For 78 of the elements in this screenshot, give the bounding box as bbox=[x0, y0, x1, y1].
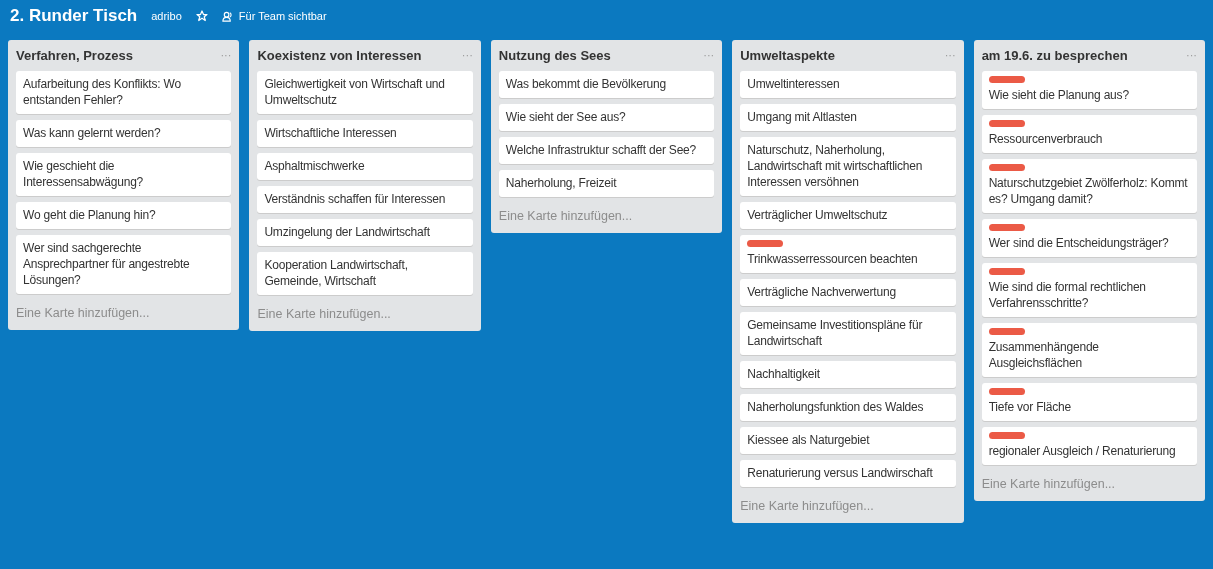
list-title: Nutzung des Sees bbox=[498, 47, 611, 65]
card[interactable]: Umgang mit Altlasten bbox=[740, 103, 956, 131]
card[interactable]: Wie sieht der See aus? bbox=[498, 103, 715, 131]
card-text: Umgang mit Altlasten bbox=[747, 108, 858, 125]
card-text: Verträgliche Nachverwertung bbox=[747, 283, 897, 300]
list-title: Umweltaspekte bbox=[740, 47, 835, 65]
card[interactable]: Wirtschaftliche Interessen bbox=[257, 119, 473, 147]
card[interactable]: Verständnis schaffen für Interessen bbox=[257, 185, 473, 213]
list-title: Verfahren, Prozess bbox=[16, 47, 134, 65]
card[interactable]: Wer sind sachgerechte Ansprechpartner für angestrebte Lösungen? bbox=[16, 234, 232, 294]
card[interactable]: regionaler Ausgleich / Renaturierung bbox=[981, 426, 1198, 465]
card[interactable]: Umzingelung der Landwirtschaft bbox=[257, 218, 473, 246]
card-text: Wie geschieht die Interessensabwägung? bbox=[23, 157, 145, 190]
card[interactable]: Kiessee als Naturgebiet bbox=[740, 426, 956, 454]
card-text: Wo geht die Planung hin? bbox=[23, 206, 157, 223]
card[interactable]: Wie sieht die Planung aus? bbox=[981, 70, 1198, 109]
card[interactable]: Naturschutzgebiet Zwölferholz: Kommt es? Umgang damit? bbox=[981, 158, 1198, 213]
card-text: Verständnis schaffen für Interessen bbox=[264, 190, 447, 207]
card-text: Was bekommt die Bevölkerung bbox=[505, 75, 668, 92]
card-text: Wie sind die formal rechtlichen Verfahrensschritte? bbox=[988, 278, 1147, 311]
card[interactable]: Nachhaltigkeit bbox=[740, 360, 956, 388]
card[interactable]: Gleichwertigkeit von Wirtschaft und Umweltschutz bbox=[257, 70, 473, 114]
card-text: regionaler Ausgleich / Renaturierung bbox=[988, 442, 1177, 459]
card-text: Wer sind sachgerechte Ansprechpartner für angestrebte Lösungen? bbox=[23, 239, 191, 288]
card[interactable]: Aufarbeitung des Konflikts: Wo entstanden Fehler? bbox=[16, 70, 232, 114]
list-title: Koexistenz von Interessen bbox=[257, 47, 422, 65]
card-text: Nachhaltigkeit bbox=[747, 365, 821, 382]
card[interactable]: Was kann gelernt werden? bbox=[16, 119, 232, 147]
card-text: Ressourcenverbrauch bbox=[988, 130, 1104, 147]
card[interactable]: Verträglicher Umweltschutz bbox=[740, 201, 956, 229]
card[interactable]: Asphaltmischwerke bbox=[257, 152, 473, 180]
card[interactable]: Naherholungsfunktion des Waldes bbox=[740, 393, 956, 421]
board-title: 2. Runder Tisch bbox=[10, 5, 138, 28]
card-text: Naherholungsfunktion des Waldes bbox=[747, 398, 925, 415]
card-text: Wer sind die Entscheidungsträger? bbox=[988, 234, 1170, 251]
card[interactable]: Welche Infrastruktur schafft der See? bbox=[498, 136, 715, 164]
card[interactable]: Naturschutz, Naherholung, Landwirtschaft mit wirtschaftlichen Interessen versöhnen bbox=[740, 136, 956, 196]
card-text: Umweltinteressen bbox=[747, 75, 841, 92]
card[interactable]: Was bekommt die Bevölkerung bbox=[498, 70, 715, 98]
card-text: Gemeinsame Investitionspläne für Landwirtschaft bbox=[747, 316, 924, 349]
list-title: am 19.6. zu besprechen bbox=[981, 47, 1128, 65]
card-text: Kooperation Landwirtschaft, Gemeinde, Wirtschaft bbox=[264, 256, 409, 289]
card-text: Was kann gelernt werden? bbox=[23, 124, 162, 141]
card-text: Wie sieht der See aus? bbox=[505, 108, 627, 125]
card[interactable]: Wie sind die formal rechtlichen Verfahrensschritte? bbox=[981, 262, 1198, 317]
team-icon[interactable] bbox=[221, 10, 233, 22]
card[interactable]: Renaturierung versus Landwirschaft bbox=[740, 459, 956, 487]
card-text: Aufarbeitung des Konflikts: Wo entstanden Fehler? bbox=[23, 75, 182, 108]
card-text: Gleichwertigkeit von Wirtschaft und Umweltschutz bbox=[264, 75, 446, 108]
card[interactable]: Verträgliche Nachverwertung bbox=[740, 278, 956, 306]
card-text: Wirtschaftliche Interessen bbox=[264, 124, 398, 141]
star-icon[interactable] bbox=[195, 10, 208, 22]
card-text: Wie sieht die Planung aus? bbox=[988, 86, 1130, 103]
card-text: Naturschutzgebiet Zwölferholz: Kommt es? Umgang damit? bbox=[988, 174, 1189, 207]
card-text: Umzingelung der Landwirtschaft bbox=[264, 223, 431, 240]
card-text: Welche Infrastruktur schafft der See? bbox=[505, 141, 698, 158]
visibility-label[interactable]: Für Team sichtbar bbox=[238, 7, 327, 25]
card-text: Renaturierung versus Landwirschaft bbox=[747, 464, 934, 481]
card[interactable]: Wie geschieht die Interessensabwägung? bbox=[16, 152, 232, 196]
card[interactable]: Trinkwasserressourcen beachten bbox=[740, 234, 956, 273]
card-text: Zusammenhängende Ausgleichsflächen bbox=[988, 338, 1100, 371]
card[interactable]: Naherholung, Freizeit bbox=[498, 169, 715, 197]
card[interactable]: Wo geht die Planung hin? bbox=[16, 201, 232, 229]
card-text: Verträglicher Umweltschutz bbox=[747, 206, 889, 223]
card-text: Naherholung, Freizeit bbox=[505, 174, 618, 191]
card[interactable]: Umweltinteressen bbox=[740, 70, 956, 98]
team-name[interactable]: adribo bbox=[151, 7, 182, 25]
card-text: Tiefe vor Fläche bbox=[988, 398, 1072, 415]
card[interactable]: Tiefe vor Fläche bbox=[981, 382, 1198, 421]
card[interactable]: Ressourcenverbrauch bbox=[981, 114, 1198, 153]
card-text: Kiessee als Naturgebiet bbox=[747, 431, 871, 448]
card-text: Naturschutz, Naherholung, Landwirtschaft mit wirtschaftlichen Interessen versöhnen bbox=[747, 141, 924, 190]
card[interactable]: Gemeinsame Investitionspläne für Landwirtschaft bbox=[740, 311, 956, 355]
card[interactable]: Zusammenhängende Ausgleichsflächen bbox=[981, 322, 1198, 377]
card-text: Asphaltmischwerke bbox=[264, 157, 366, 174]
card[interactable]: Kooperation Landwirtschaft, Gemeinde, Wirtschaft bbox=[257, 251, 473, 295]
card-text: Trinkwasserressourcen beachten bbox=[747, 250, 919, 267]
card[interactable]: Wer sind die Entscheidungsträger? bbox=[981, 218, 1198, 257]
